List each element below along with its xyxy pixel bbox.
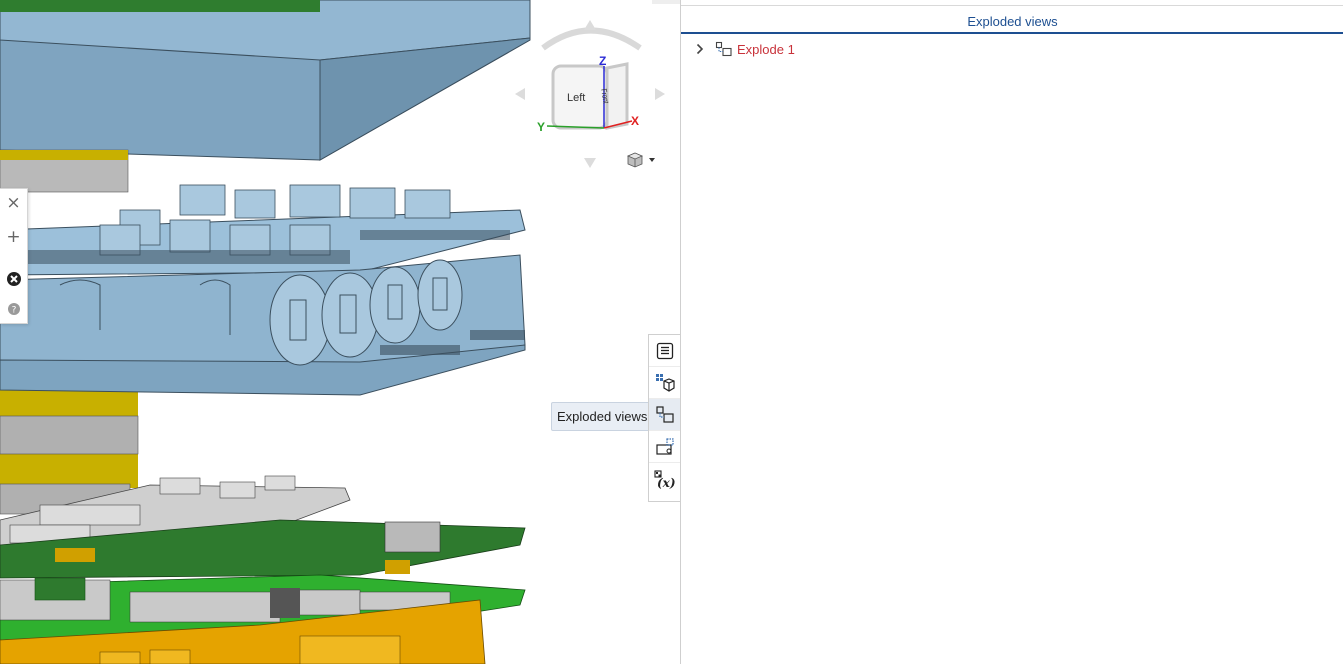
exploded-views-panel: Exploded views Explode 1: [680, 0, 1343, 664]
svg-text:(x): (x): [657, 476, 676, 489]
remove-circle-icon[interactable]: [0, 265, 27, 293]
right-side-toolbar: (x): [648, 334, 680, 502]
rotate-left-arrow-icon: [515, 88, 525, 100]
tooltip: Exploded views: [551, 402, 654, 431]
feature-list-button[interactable]: [649, 335, 680, 367]
axis-z-label: Z: [599, 54, 607, 68]
axis-x-label: X: [631, 114, 640, 128]
feature-list-icon: [656, 342, 674, 359]
rotate-up-arrow-icon: [584, 20, 596, 30]
rotate-right-arrow-icon: [655, 88, 665, 100]
exploded-views-icon: [656, 405, 674, 423]
rotate-down-arrow-icon: [584, 158, 596, 168]
cube-view-icon: [626, 152, 655, 168]
named-views-icon: [656, 437, 674, 455]
panel-top-divider: [681, 5, 1343, 6]
cube-face-left[interactable]: Left: [567, 92, 585, 104]
chevron-right-icon[interactable]: [693, 43, 707, 55]
view-options-dropdown[interactable]: [625, 152, 655, 168]
parts-instances-icon: [656, 373, 675, 392]
explode-tree-icon: [715, 41, 733, 57]
variables-icon: (x): [654, 470, 676, 489]
tree-item-explode-1[interactable]: Explode 1: [693, 38, 795, 60]
3d-viewport[interactable]: × + ? Left Front Z X Y Exploded views (x…: [0, 0, 680, 664]
named-views-button[interactable]: [649, 431, 680, 463]
help-icon[interactable]: ?: [0, 295, 27, 323]
close-icon[interactable]: ×: [0, 189, 27, 217]
rotate-arc-icon: [541, 27, 642, 51]
variables-button[interactable]: (x): [649, 463, 680, 495]
axis-y-label: Y: [537, 120, 546, 134]
parts-instances-button[interactable]: [649, 367, 680, 399]
tree-item-label[interactable]: Explode 1: [737, 42, 795, 57]
chevron-down-icon: [649, 158, 655, 162]
exploded-views-button[interactable]: [649, 399, 680, 431]
view-cube[interactable]: Left Front Z X Y: [515, 18, 670, 178]
panel-title: Exploded views: [681, 10, 1343, 34]
floating-dialog-partial: × + ?: [0, 188, 28, 324]
svg-text:?: ?: [11, 306, 16, 316]
add-icon[interactable]: +: [0, 223, 27, 251]
